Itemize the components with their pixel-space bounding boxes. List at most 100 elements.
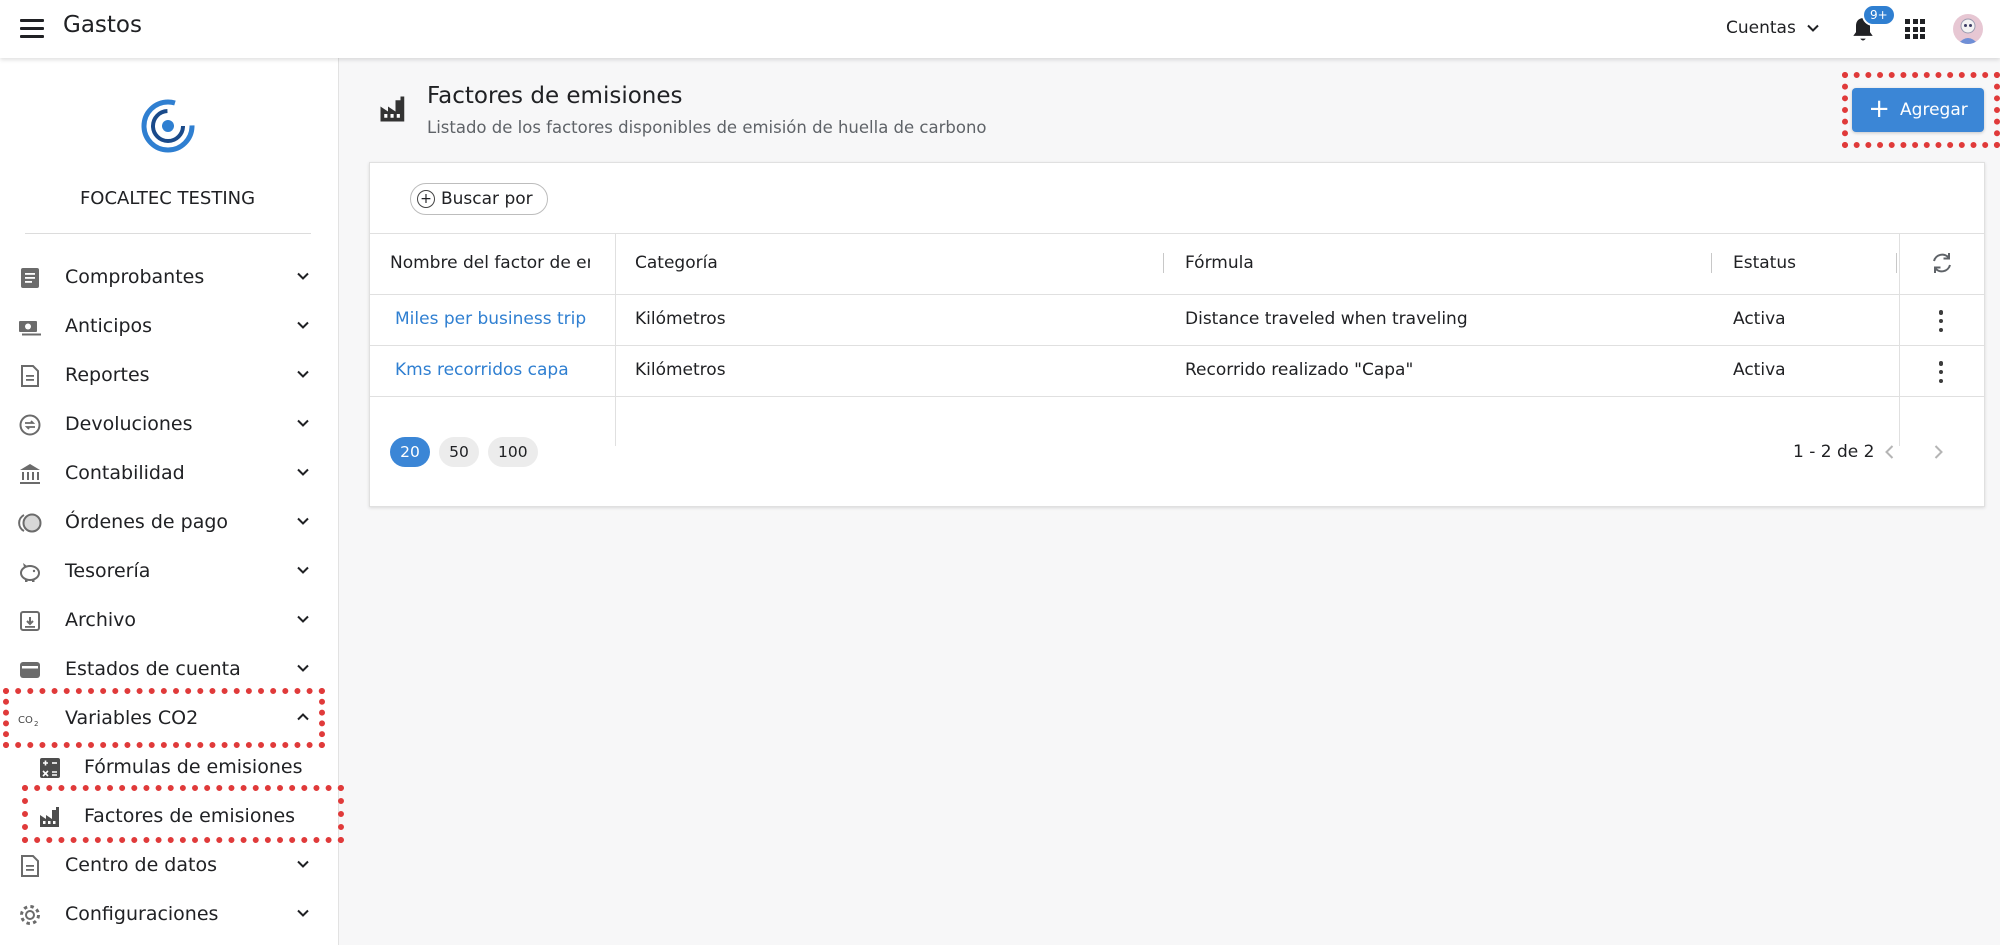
sidebar-item-archivo[interactable]: Archivo xyxy=(0,600,335,642)
sidebar: FOCALTEC TESTING Comprobantes Anticipos … xyxy=(0,58,339,945)
search-by-label: Buscar por xyxy=(441,189,533,209)
row-actions-icon[interactable] xyxy=(1938,310,1944,332)
sidebar-item-centro-de-datos[interactable]: Centro de datos xyxy=(0,845,335,887)
pagination-range: 1 - 2 de 2 xyxy=(1793,442,1875,462)
svg-text:2: 2 xyxy=(34,720,38,728)
plus-circle-icon: + xyxy=(417,190,435,208)
data-center-icon xyxy=(21,855,39,877)
company-logo-icon xyxy=(141,99,195,153)
sidebar-item-label: Anticipos xyxy=(65,315,153,337)
sidebar-item-label: Comprobantes xyxy=(65,266,205,288)
add-button[interactable]: + Agregar xyxy=(1852,88,1984,132)
coins-icon xyxy=(18,513,42,533)
chevron-down-icon xyxy=(297,419,309,427)
chevron-down-icon xyxy=(1807,24,1819,32)
page-subtitle: Listado de los factores disponibles de e… xyxy=(427,118,987,137)
notifications-badge: 9+ xyxy=(1862,4,1896,26)
sidebar-subitem-factores-de-emisiones[interactable]: Factores de emisiones xyxy=(0,796,335,838)
sidebar-item-contabilidad[interactable]: Contabilidad xyxy=(0,453,335,495)
table-cell-formula: Distance traveled when traveling xyxy=(1185,309,1468,329)
avatar[interactable] xyxy=(1953,14,1983,44)
sidebar-item-label: Contabilidad xyxy=(65,462,185,484)
sidebar-item-comprobantes[interactable]: Comprobantes xyxy=(0,257,335,299)
row-divider xyxy=(370,345,1984,346)
column-header-status[interactable]: Estatus xyxy=(1733,253,1796,273)
table-cell-name[interactable]: Kms recorridos capa xyxy=(395,360,569,380)
sidebar-item-label: Configuraciones xyxy=(65,903,219,925)
apps-grid-icon[interactable] xyxy=(1905,19,1925,39)
sidebar-item-configuraciones[interactable]: Configuraciones xyxy=(0,894,335,936)
chevron-up-icon xyxy=(297,713,309,721)
bank-icon xyxy=(20,464,40,484)
sidebar-item-estados-de-cuenta[interactable]: Estados de cuenta xyxy=(0,649,335,691)
chevron-right-icon[interactable] xyxy=(1930,444,1946,460)
accounts-dropdown[interactable]: Cuentas xyxy=(1726,18,1820,38)
sidebar-item-variables-co2[interactable]: CO 2 Variables CO2 xyxy=(0,698,335,740)
top-bar: Gastos Cuentas 9+ xyxy=(0,0,2000,58)
report-icon xyxy=(21,365,39,387)
gear-icon xyxy=(20,905,40,925)
column-separator xyxy=(1896,253,1897,273)
chevron-left-icon[interactable] xyxy=(1882,444,1898,460)
actions-column-divider xyxy=(1899,234,1900,446)
page-size-100[interactable]: 100 xyxy=(488,437,538,467)
add-button-label: Agregar xyxy=(1900,100,1968,120)
chevron-down-icon xyxy=(297,468,309,476)
table-cell-status: Activa xyxy=(1733,360,1786,380)
sidebar-divider xyxy=(25,233,311,234)
sidebar-item-anticipos[interactable]: Anticipos xyxy=(0,306,335,348)
chevron-down-icon xyxy=(297,321,309,329)
refund-icon xyxy=(19,414,41,436)
sidebar-item-devoluciones[interactable]: Devoluciones xyxy=(0,404,335,446)
cash-icon xyxy=(19,321,41,336)
sidebar-item-label: Factores de emisiones xyxy=(84,805,296,827)
column-header-name[interactable]: Nombre del factor de emisión xyxy=(390,253,590,273)
table-bottom-divider xyxy=(370,396,1984,397)
piggy-bank-icon xyxy=(20,563,40,582)
refresh-icon[interactable] xyxy=(1929,250,1955,276)
sidebar-item-label: Archivo xyxy=(65,609,137,631)
plus-icon: + xyxy=(1868,93,1891,124)
sidebar-item-label: Centro de datos xyxy=(65,854,217,876)
page-size-50[interactable]: 50 xyxy=(439,437,479,467)
chevron-down-icon xyxy=(297,370,309,378)
factory-icon xyxy=(380,96,405,122)
emission-factors-card: + Buscar por Nombre del factor de emisió… xyxy=(369,162,1985,507)
table-cell-name[interactable]: Miles per business trip xyxy=(395,309,586,329)
chevron-down-icon xyxy=(297,860,309,868)
column-header-category[interactable]: Categoría xyxy=(635,253,718,273)
table-cell-category: Kilómetros xyxy=(635,309,726,329)
chevron-down-icon xyxy=(297,909,309,917)
document-icon xyxy=(21,268,39,288)
sidebar-item-label: Estados de cuenta xyxy=(65,658,241,680)
sidebar-item-ordenes-de-pago[interactable]: Órdenes de pago xyxy=(0,502,335,544)
column-header-formula[interactable]: Fórmula xyxy=(1185,253,1254,273)
chevron-down-icon xyxy=(297,615,309,623)
column-separator xyxy=(1711,253,1712,273)
chevron-down-icon xyxy=(297,517,309,525)
wallet-icon xyxy=(20,662,40,678)
table-cell-status: Activa xyxy=(1733,309,1786,329)
search-by-chip[interactable]: + Buscar por xyxy=(410,183,548,215)
co2-icon: CO 2 xyxy=(18,715,38,728)
archive-icon xyxy=(20,611,40,631)
chevron-down-icon xyxy=(297,566,309,574)
calculator-icon xyxy=(40,758,60,778)
app-title: Gastos xyxy=(63,12,142,38)
sidebar-item-label: Fórmulas de emisiones xyxy=(84,756,303,778)
row-actions-icon[interactable] xyxy=(1938,361,1944,383)
company-name: FOCALTEC TESTING xyxy=(79,188,256,209)
sidebar-item-label: Órdenes de pago xyxy=(65,511,229,533)
sidebar-item-label: Reportes xyxy=(65,364,150,386)
table-cell-formula: Recorrido realizado "Capa" xyxy=(1185,360,1414,380)
sidebar-subitem-formulas-de-emisiones[interactable]: Fórmulas de emisiones xyxy=(0,747,335,789)
svg-text:CO: CO xyxy=(18,715,33,726)
sidebar-item-tesoreria[interactable]: Tesorería xyxy=(0,551,335,593)
chevron-down-icon xyxy=(297,664,309,672)
page-size-20[interactable]: 20 xyxy=(390,437,430,467)
hamburger-menu-icon[interactable] xyxy=(20,19,44,38)
sidebar-item-reportes[interactable]: Reportes xyxy=(0,355,335,397)
sidebar-item-label: Variables CO2 xyxy=(65,707,199,729)
accounts-label: Cuentas xyxy=(1726,18,1796,38)
table-cell-category: Kilómetros xyxy=(635,360,726,380)
